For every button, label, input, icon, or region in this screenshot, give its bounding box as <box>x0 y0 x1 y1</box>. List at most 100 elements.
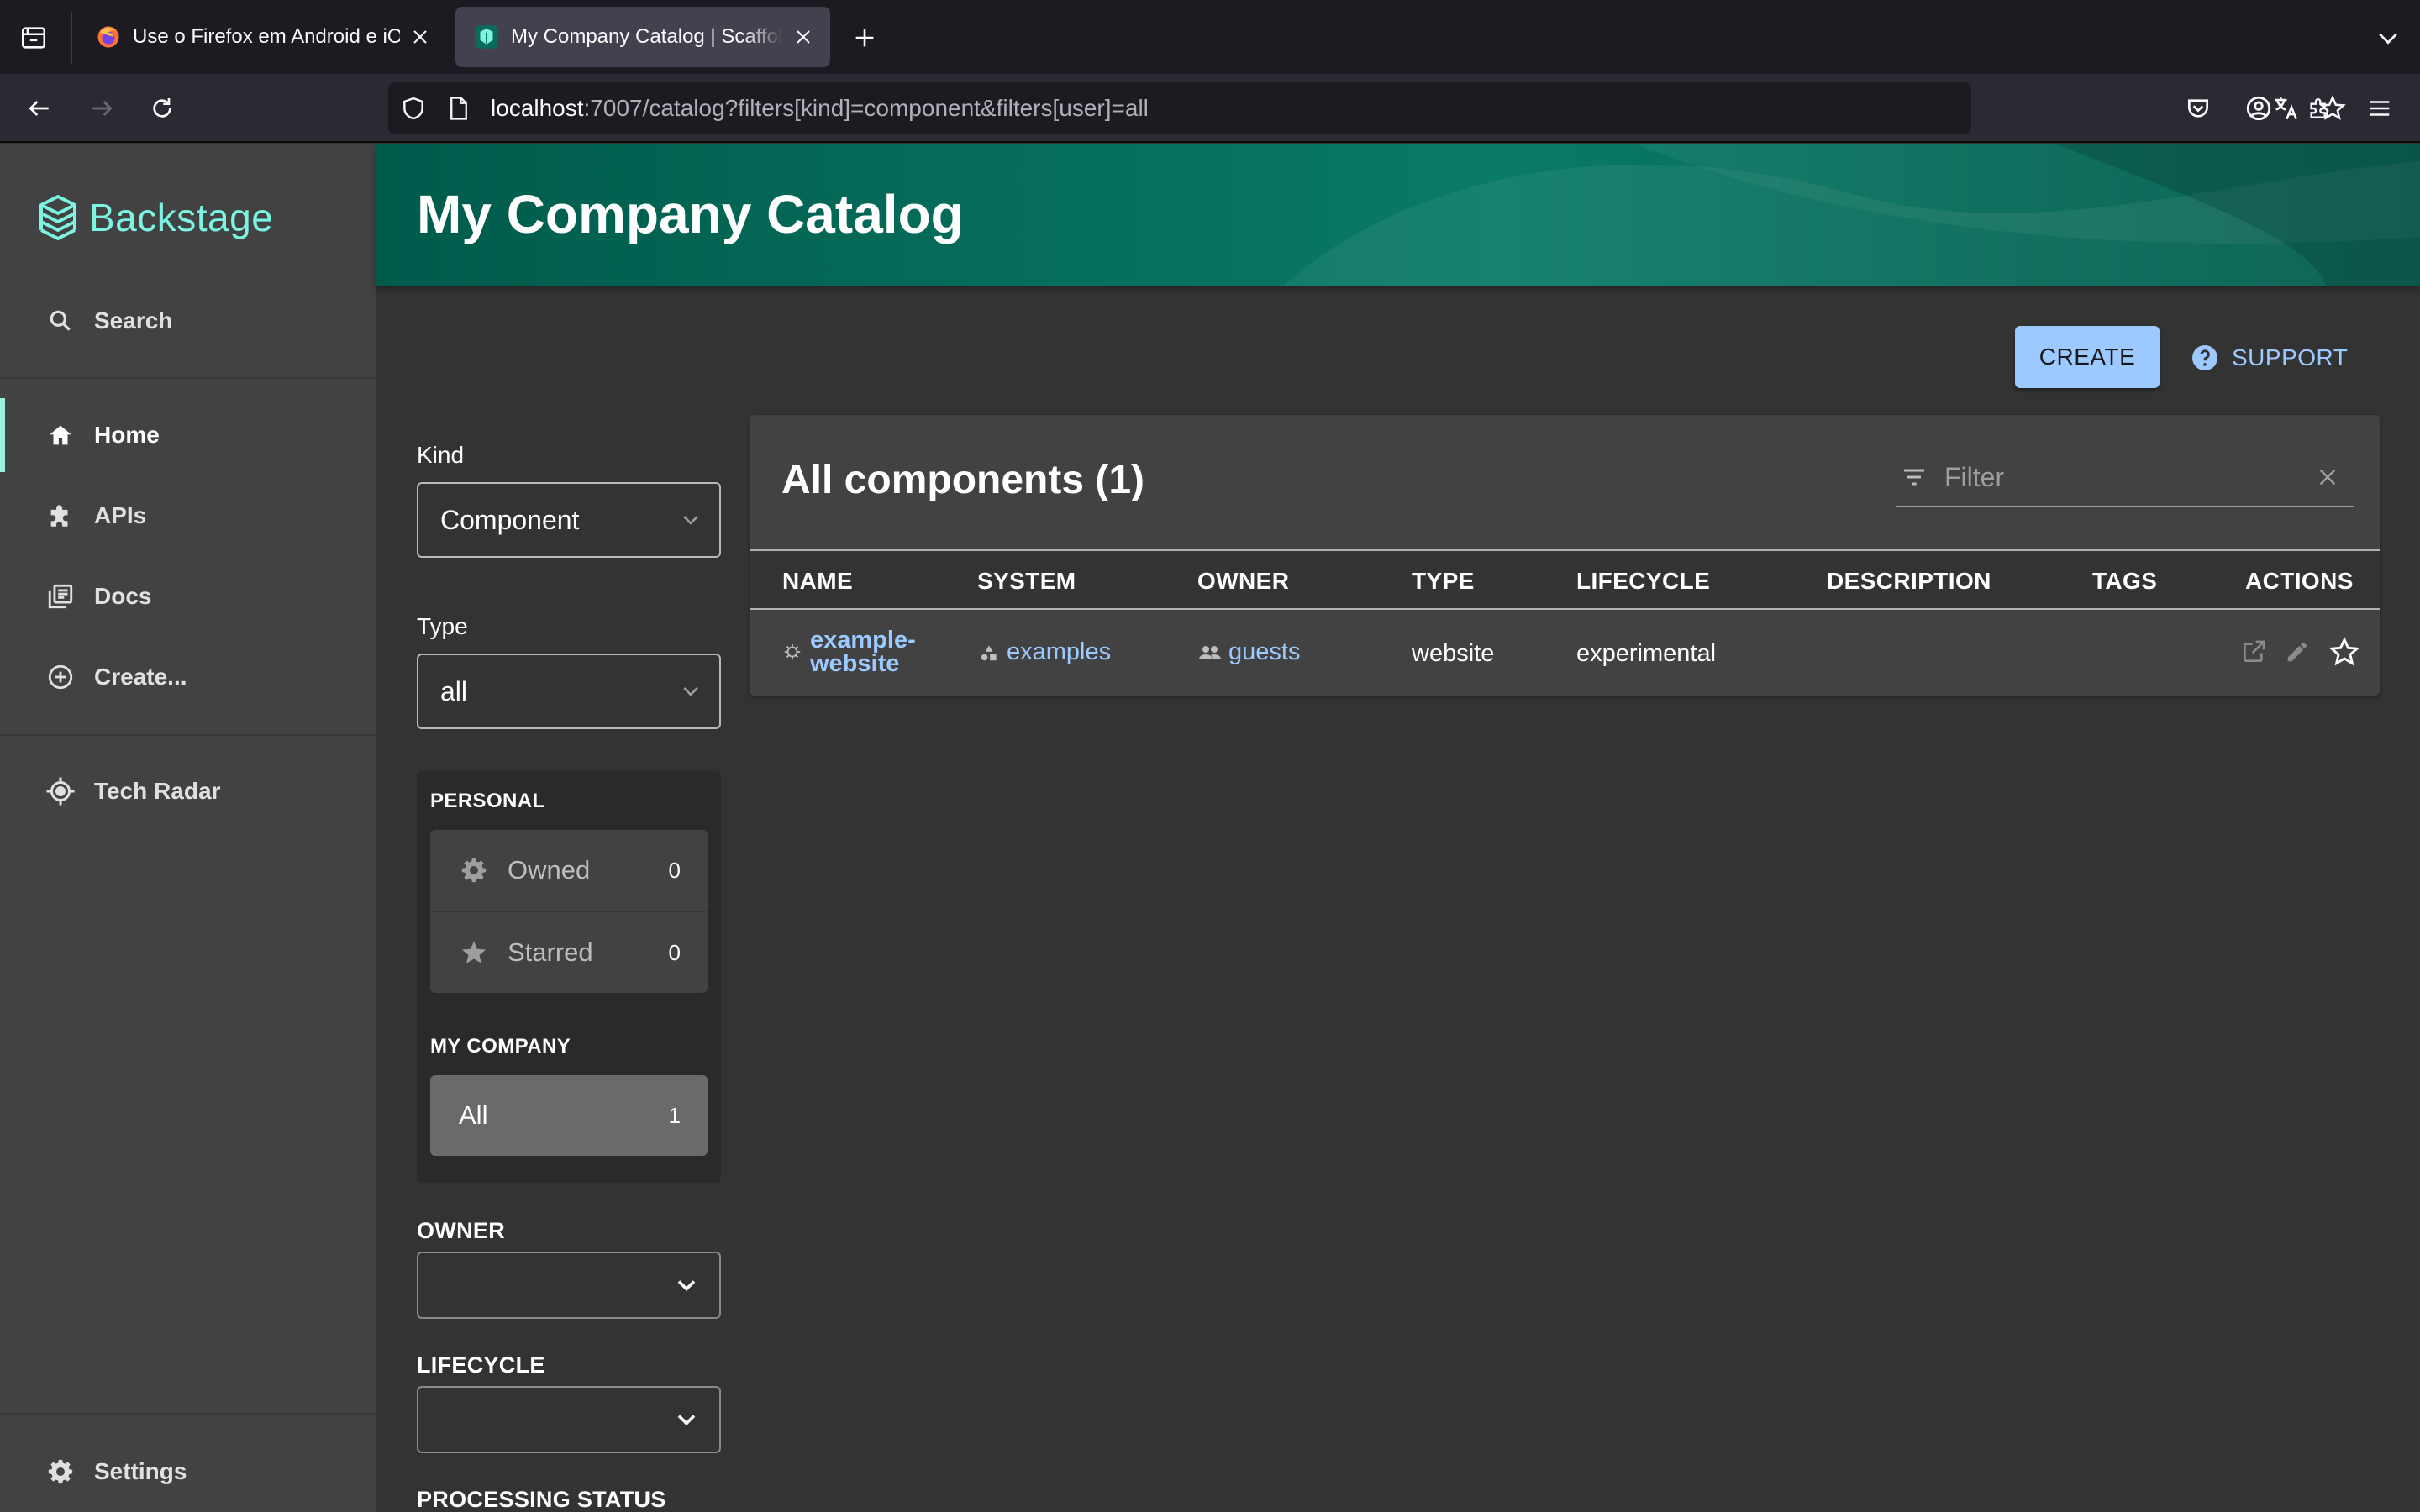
open-external-icon[interactable] <box>2237 635 2270 669</box>
help-circle-icon <box>2190 343 2220 373</box>
tab-separator <box>71 12 72 64</box>
browser-tab-catalog[interactable]: My Company Catalog | Scaffolder <box>455 7 830 67</box>
cell-type: website <box>1412 640 1495 667</box>
sidebar-item-search[interactable]: Search <box>0 284 376 358</box>
backstage-logo[interactable]: Backstage <box>37 193 273 242</box>
entity-link-example-website[interactable]: example-website <box>810 628 916 677</box>
sidebar-item-home[interactable]: Home <box>0 398 376 472</box>
chevron-down-icon <box>674 1273 699 1298</box>
hamburger-menu-icon[interactable] <box>2358 89 2402 128</box>
column-header-lifecycle[interactable]: LIFECYCLE <box>1576 568 1710 595</box>
sidebar: Backstage Search Home APIs Docs Create..… <box>0 144 376 1512</box>
lifecycle-select[interactable] <box>417 1386 721 1453</box>
edit-pencil-icon[interactable] <box>2281 635 2314 669</box>
column-header-actions: ACTIONS <box>2245 568 2354 594</box>
account-icon[interactable] <box>2238 89 2279 128</box>
cell-name: example-website <box>783 628 916 677</box>
sidebar-item-label: APIs <box>94 502 147 528</box>
starred-count: 0 <box>668 939 681 965</box>
system-category-icon <box>978 642 1000 664</box>
firefox-view-icon[interactable] <box>12 18 55 57</box>
catalog-table: All components (1) NAME SYSTEM OWNER TYP… <box>750 415 2380 696</box>
type-select-value: all <box>440 675 468 706</box>
close-tab-icon[interactable] <box>408 25 432 49</box>
reload-icon[interactable] <box>139 89 185 128</box>
chevron-down-icon <box>674 675 708 708</box>
sidebar-item-settings[interactable]: Settings <box>0 1435 376 1509</box>
url-bar[interactable]: localhost:7007/catalog?filters[kind]=com… <box>388 82 2346 134</box>
close-tab-icon[interactable] <box>792 25 815 49</box>
clear-filter-icon[interactable] <box>2311 460 2344 494</box>
support-button[interactable]: SUPPORT <box>2190 333 2348 383</box>
extensions-puzzle-icon[interactable] <box>2299 89 2339 128</box>
system-link[interactable]: examples <box>1007 638 1111 666</box>
owner-select[interactable] <box>417 1252 721 1319</box>
url-path: :7007/catalog?filters[kind]=component&fi… <box>583 95 1149 121</box>
backstage-logo-icon <box>37 193 79 242</box>
group-people-icon <box>1198 643 1222 663</box>
owned-count: 0 <box>668 857 681 883</box>
all-filter[interactable]: All 1 <box>430 1075 708 1156</box>
owned-filter[interactable]: Owned 0 <box>430 830 708 911</box>
filter-input[interactable] <box>1944 452 2311 502</box>
create-button[interactable]: CREATE <box>2015 326 2160 388</box>
new-tab-icon[interactable] <box>844 18 886 57</box>
pocket-icon[interactable] <box>2178 89 2218 128</box>
type-select[interactable]: all <box>417 654 721 729</box>
url-text[interactable]: localhost:7007/catalog?filters[kind]=com… <box>491 95 1149 122</box>
sidebar-item-label: Search <box>94 307 173 333</box>
column-header-tags[interactable]: TAGS <box>2092 568 2157 595</box>
table-row: example-website examples guests website … <box>750 610 2380 696</box>
back-arrow-icon[interactable] <box>17 89 62 128</box>
entity-name-line2: website <box>810 650 900 677</box>
browser-tab-firefox-mobile[interactable]: Use o Firefox em Android e iOS <box>77 7 447 67</box>
sidebar-item-docs[interactable]: Docs <box>0 559 376 633</box>
processing-status-label: PROCESSING STATUS <box>417 1487 666 1512</box>
component-icon <box>783 643 802 661</box>
filter-list-icon <box>1897 460 1931 494</box>
docs-library-icon <box>44 580 77 613</box>
gear-icon <box>459 855 489 885</box>
company-group: All 1 <box>430 1075 708 1156</box>
active-indicator <box>0 398 5 472</box>
sidebar-item-create[interactable]: Create... <box>0 640 376 714</box>
tab-title: Use o Firefox em Android e iOS <box>133 25 400 48</box>
user-list-picker: PERSONAL Owned 0 Starred 0 MY COMPANY Al… <box>417 771 721 1183</box>
page-title: My Company Catalog <box>417 184 964 244</box>
sidebar-item-label: Create... <box>94 664 187 690</box>
column-header-type[interactable]: TYPE <box>1412 568 1475 595</box>
forward-arrow-icon[interactable] <box>79 89 124 128</box>
column-header-system[interactable]: SYSTEM <box>977 568 1076 595</box>
home-icon <box>44 418 77 452</box>
cell-owner: guests <box>1198 638 1300 666</box>
starred-filter[interactable]: Starred 0 <box>430 912 708 993</box>
radar-target-icon <box>44 774 77 808</box>
firefox-logo-icon <box>96 24 121 50</box>
puzzle-icon <box>44 499 77 533</box>
sidebar-item-label: Docs <box>94 583 152 609</box>
sidebar-item-tech-radar[interactable]: Tech Radar <box>0 754 376 828</box>
owner-link[interactable]: guests <box>1228 638 1300 666</box>
chevron-down-icon[interactable] <box>2366 18 2410 57</box>
page-header: My Company Catalog <box>376 144 2420 286</box>
table-header: NAME SYSTEM OWNER TYPE LIFECYCLE DESCRIP… <box>750 549 2380 610</box>
page-info-icon[interactable] <box>447 96 471 121</box>
kind-select-value: Component <box>440 504 580 535</box>
shield-icon[interactable] <box>400 95 427 122</box>
column-header-description[interactable]: DESCRIPTION <box>1827 568 1991 595</box>
column-header-owner[interactable]: OWNER <box>1197 568 1289 595</box>
star-outline-icon[interactable] <box>2328 635 2361 669</box>
starred-label: Starred <box>508 937 593 967</box>
column-header-name[interactable]: NAME <box>782 568 853 595</box>
sidebar-item-label: Settings <box>94 1458 187 1484</box>
table-title: All components (1) <box>781 458 1145 502</box>
cell-lifecycle: experimental <box>1576 640 1717 667</box>
owned-label: Owned <box>508 855 591 885</box>
sidebar-item-label: Tech Radar <box>94 778 221 804</box>
gear-icon <box>44 1455 77 1488</box>
cell-system: examples <box>978 638 1111 666</box>
kind-select[interactable]: Component <box>417 482 721 558</box>
kind-label: Kind <box>417 442 465 468</box>
sidebar-item-apis[interactable]: APIs <box>0 479 376 553</box>
browser-nav-bar: localhost:7007/catalog?filters[kind]=com… <box>0 74 2420 143</box>
